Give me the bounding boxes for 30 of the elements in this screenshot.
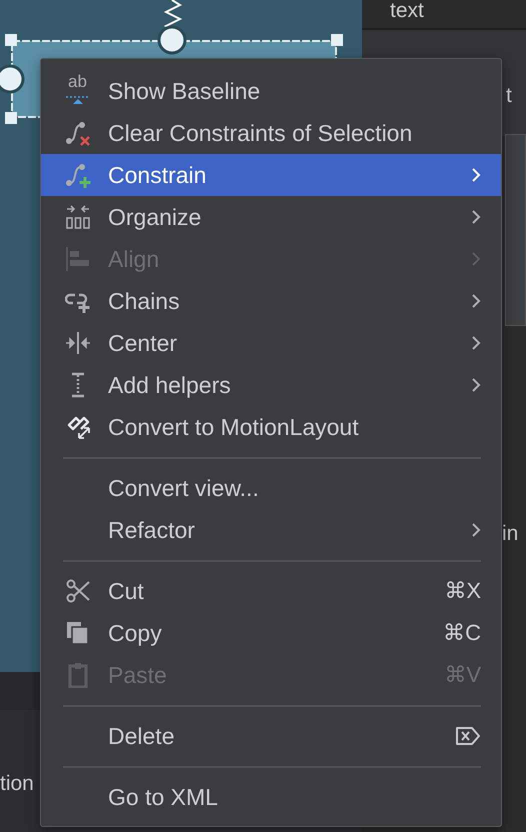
shortcut-label: ⌘C (443, 620, 481, 646)
menu-item[interactable]: Delete (41, 715, 501, 757)
align-bars-icon (65, 246, 91, 272)
curve-plus-icon (65, 162, 91, 188)
menu-item[interactable]: Copy ⌘C (41, 612, 501, 654)
panel-label: tion (0, 772, 34, 795)
arrows-boxes-icon (65, 204, 91, 230)
shortcut-label: ⌘X (444, 578, 481, 604)
center-arrows-icon (65, 330, 91, 356)
menu-item[interactable]: Organize (41, 196, 501, 238)
scissors-icon (65, 578, 91, 604)
menu-item[interactable]: Convert to MotionLayout (41, 406, 501, 448)
menu-item[interactable]: Chains (41, 280, 501, 322)
menu-item[interactable]: Refactor (41, 509, 501, 551)
menu-item[interactable]: Clear Constraints of Selection (41, 112, 501, 154)
panel-label: in (502, 522, 518, 545)
curve-cross-icon (65, 120, 91, 146)
menu-item[interactable]: Go to XML (41, 776, 501, 818)
delete-key-icon (455, 726, 481, 746)
menu-item[interactable]: Center (41, 322, 501, 364)
menu-item[interactable]: Constrain (41, 154, 501, 196)
panel-label: t (506, 84, 512, 107)
link-arrows-icon (65, 414, 91, 440)
menu-item[interactable]: ab Show Baseline (41, 70, 501, 112)
baseline-icon (65, 96, 91, 104)
tab-label: text (390, 0, 424, 22)
menu-item[interactable]: Convert view... (41, 467, 501, 509)
menu-item[interactable]: Cut ⌘X (41, 570, 501, 612)
menu-item[interactable]: Add helpers (41, 364, 501, 406)
icon-label: ab (68, 73, 87, 91)
